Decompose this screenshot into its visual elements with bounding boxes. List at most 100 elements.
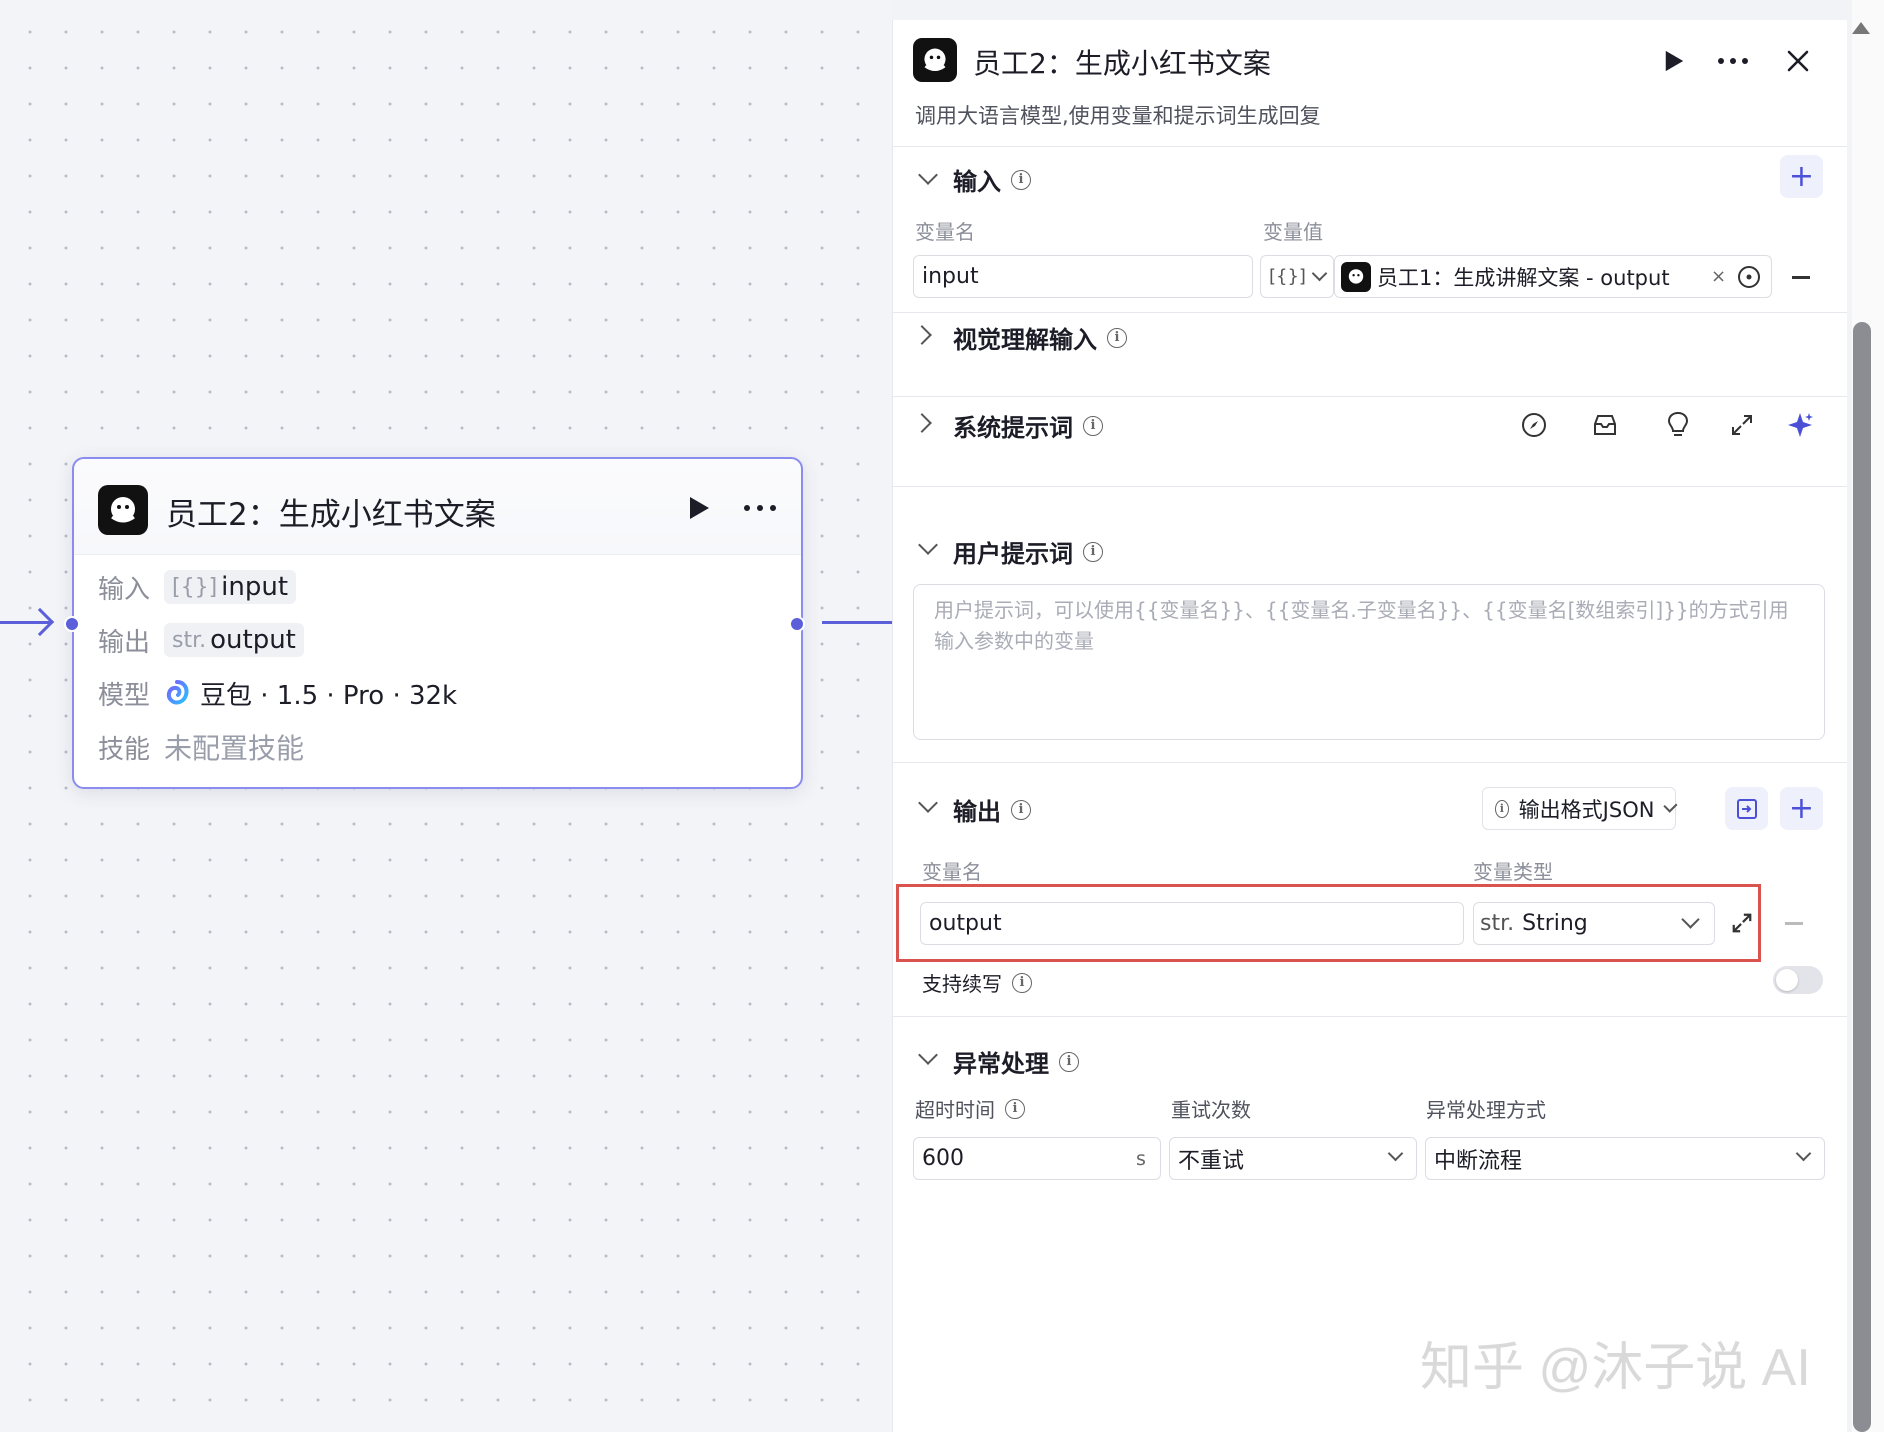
clear-reference-icon[interactable]: × bbox=[1711, 266, 1726, 287]
node-output-port[interactable] bbox=[789, 616, 805, 632]
array-type-icon: [{}] bbox=[172, 574, 218, 600]
exception-collapse-chevron-icon[interactable] bbox=[918, 1045, 938, 1065]
exception-section-label: 异常处理 bbox=[953, 1050, 1049, 1078]
string-type-icon: str. bbox=[1480, 911, 1515, 936]
chevron-down-icon bbox=[1663, 798, 1678, 813]
node-config-panel: 员工2：生成小红书文案 调用大语言模型,使用变量和提示词生成回复 输入 i + … bbox=[892, 20, 1847, 1432]
retry-value: 不重试 bbox=[1178, 1148, 1245, 1174]
system-prompt-label: 系统提示词 bbox=[953, 414, 1073, 442]
compass-icon[interactable] bbox=[1519, 410, 1549, 440]
info-icon[interactable]: i bbox=[1012, 972, 1032, 993]
node-input-chip: [{}] input bbox=[164, 570, 297, 604]
input-name-field[interactable]: input bbox=[913, 255, 1253, 298]
scroll-up-arrow-icon[interactable] bbox=[1852, 22, 1870, 34]
import-output-button[interactable] bbox=[1725, 787, 1768, 830]
node-title: 员工2：生成小红书文案 bbox=[166, 497, 496, 533]
expand-output-icon[interactable] bbox=[1729, 910, 1755, 936]
panel-run-icon[interactable] bbox=[1659, 46, 1689, 76]
info-icon[interactable]: i bbox=[1011, 169, 1031, 190]
chevron-down-icon bbox=[1795, 1145, 1812, 1162]
output-collapse-chevron-icon[interactable] bbox=[918, 793, 938, 813]
output-section-label: 输出 bbox=[953, 798, 1001, 826]
watermark: 知乎 @沐子说 AI bbox=[1420, 1339, 1811, 1397]
exception-method-dropdown[interactable]: 中断流程 bbox=[1425, 1137, 1825, 1180]
info-icon[interactable]: i bbox=[1011, 799, 1031, 820]
user-prompt-title[interactable]: 用户提示词 i bbox=[953, 534, 1103, 569]
input-col-value: 变量值 bbox=[1263, 220, 1323, 244]
user-prompt-collapse-chevron-icon[interactable] bbox=[918, 535, 938, 555]
reference-node-icon bbox=[1341, 261, 1371, 292]
exception-section-title[interactable]: 异常处理 i bbox=[953, 1044, 1079, 1079]
remove-input-button[interactable] bbox=[1792, 276, 1810, 279]
array-type-icon: [{}] bbox=[1269, 266, 1306, 287]
node-row-model: 模型 豆包 · 1.5 · Pro · 32k bbox=[98, 673, 457, 713]
output-format-label: 输出格式JSON bbox=[1518, 797, 1655, 822]
panel-scrollbar-thumb[interactable] bbox=[1853, 322, 1871, 1432]
chevron-down-icon bbox=[1311, 265, 1328, 282]
output-section-title[interactable]: 输出 i bbox=[953, 792, 1031, 827]
divider bbox=[893, 146, 1847, 147]
outgoing-edge bbox=[822, 621, 892, 624]
input-type-selector[interactable]: [{}] bbox=[1260, 255, 1334, 298]
system-prompt-title[interactable]: 系统提示词 i bbox=[953, 408, 1103, 443]
continue-writing-toggle[interactable] bbox=[1773, 966, 1823, 994]
node-input-label: 输入 bbox=[98, 574, 151, 605]
node-run-icon[interactable] bbox=[687, 495, 711, 525]
input-section-label: 输入 bbox=[953, 168, 1001, 196]
output-col-type: 变量类型 bbox=[1473, 860, 1553, 884]
info-icon[interactable]: i bbox=[1107, 327, 1127, 348]
vision-expand-chevron-icon[interactable] bbox=[912, 325, 932, 345]
chevron-down-icon bbox=[1387, 1145, 1404, 1162]
node-more-icon[interactable] bbox=[742, 493, 778, 527]
input-collapse-chevron-icon[interactable] bbox=[918, 165, 938, 185]
input-section-title[interactable]: 输入 i bbox=[953, 162, 1031, 197]
variable-picker-icon[interactable] bbox=[1737, 265, 1761, 295]
workflow-node-employee2[interactable]: 员工2：生成小红书文案 输入 [{}] input 输出 str. output bbox=[64, 457, 805, 789]
retry-dropdown[interactable]: 不重试 bbox=[1169, 1137, 1417, 1180]
info-icon[interactable]: i bbox=[1083, 415, 1103, 436]
workflow-canvas[interactable]: 员工2：生成小红书文案 输入 [{}] input 输出 str. output bbox=[0, 0, 892, 1432]
lightbulb-icon[interactable] bbox=[1663, 410, 1693, 440]
remove-output-button[interactable] bbox=[1785, 922, 1803, 925]
ai-sparkle-icon[interactable] bbox=[1785, 410, 1815, 440]
node-input-value: input bbox=[221, 572, 289, 602]
timeout-col-label: 超时时间 bbox=[915, 1098, 995, 1122]
divider bbox=[893, 312, 1847, 313]
node-output-value: output bbox=[210, 625, 296, 655]
method-col-label: 异常处理方式 bbox=[1426, 1098, 1546, 1122]
output-col-name: 变量名 bbox=[922, 860, 982, 884]
add-output-button[interactable]: + bbox=[1780, 787, 1823, 830]
divider bbox=[893, 486, 1847, 487]
vision-section-title[interactable]: 视觉理解输入 i bbox=[953, 320, 1127, 355]
method-value: 中断流程 bbox=[1434, 1148, 1523, 1174]
panel-close-icon[interactable] bbox=[1783, 46, 1813, 76]
output-type-dropdown[interactable]: str. String bbox=[1473, 902, 1715, 945]
chevron-down-icon bbox=[1681, 910, 1700, 929]
timeout-value: 600 bbox=[922, 1146, 964, 1171]
node-row-input: 输入 [{}] input bbox=[98, 567, 297, 607]
user-prompt-textarea[interactable]: 用户提示词，可以使用{{变量名}}、{{变量名.子变量名}}、{{变量名[数组索… bbox=[913, 584, 1825, 740]
prompt-library-icon[interactable] bbox=[1590, 410, 1620, 440]
add-input-button[interactable]: + bbox=[1780, 155, 1823, 198]
timeout-field[interactable]: 600 s bbox=[913, 1137, 1161, 1180]
node-header: 员工2：生成小红书文案 bbox=[74, 459, 801, 555]
info-icon[interactable]: i bbox=[1083, 541, 1103, 562]
string-type-icon: str. bbox=[172, 627, 207, 653]
panel-logo-icon bbox=[913, 38, 957, 82]
panel-more-icon[interactable] bbox=[1715, 46, 1751, 76]
info-icon[interactable]: i bbox=[1059, 1051, 1079, 1072]
input-reference-field[interactable]: 员工1：生成讲解文案 - output × bbox=[1334, 255, 1772, 298]
incoming-arrow bbox=[25, 607, 55, 637]
output-format-dropdown[interactable]: i 输出格式JSON bbox=[1482, 787, 1678, 830]
node-output-chip: str. output bbox=[164, 623, 304, 657]
node-output-label: 输出 bbox=[98, 627, 151, 658]
output-type-value: String bbox=[1522, 911, 1588, 936]
expand-icon[interactable] bbox=[1727, 410, 1757, 440]
info-icon[interactable]: i bbox=[1005, 1098, 1025, 1119]
panel-title[interactable]: 员工2：生成小红书文案 bbox=[973, 42, 1271, 82]
system-prompt-expand-chevron-icon[interactable] bbox=[912, 413, 932, 433]
node-input-port[interactable] bbox=[64, 616, 80, 632]
node-row-skill: 技能 未配置技能 bbox=[98, 727, 304, 767]
output-name-field[interactable]: output bbox=[920, 902, 1464, 945]
divider bbox=[893, 1016, 1847, 1017]
